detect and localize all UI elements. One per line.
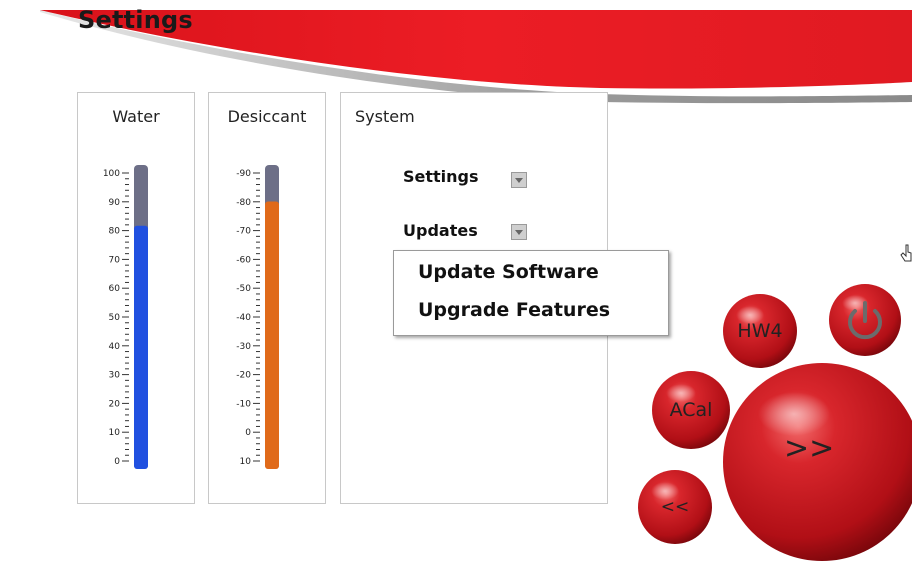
water-tick-label: 60	[109, 284, 121, 294]
desiccant-tick-label: 10	[240, 457, 252, 467]
menu-item-upgrade-features[interactable]: Upgrade Features	[418, 299, 610, 321]
water-tick-label: 10	[109, 428, 121, 438]
updates-dropdown-button[interactable]	[511, 224, 527, 240]
updates-label: Updates	[403, 221, 478, 240]
water-gauge-svg: 1009080706050403020100	[103, 165, 148, 469]
desiccant-tick-label: -90	[236, 169, 251, 179]
system-panel-title: System	[355, 107, 415, 126]
desiccant-tick-label: -70	[236, 227, 251, 237]
page-title: Settings	[78, 6, 193, 34]
back-button[interactable]: <<	[637, 469, 713, 545]
water-tick-label: 70	[109, 255, 121, 265]
water-tick-label: 90	[109, 198, 121, 208]
desiccant-panel-title: Desiccant	[227, 107, 307, 126]
forward-button[interactable]: >>	[722, 362, 912, 562]
hw4-button[interactable]: HW4	[722, 293, 798, 369]
desiccant-gauge: -90 -80 -70 -60 -50 -40 -30 -20 -10 0 10	[219, 163, 279, 473]
desiccant-tick-label: -50	[236, 284, 251, 294]
water-tick-label: 40	[109, 342, 121, 352]
updates-popup-menu: Update Software Upgrade Features	[393, 250, 669, 336]
water-tick-label: 50	[109, 313, 121, 323]
hand-cursor-icon	[900, 244, 912, 262]
desiccant-gauge-fill	[265, 201, 279, 470]
desiccant-gauge-svg: -90 -80 -70 -60 -50 -40 -30 -20 -10 0 10	[236, 165, 279, 470]
desiccant-tick-label: -20	[236, 371, 251, 381]
water-tick-label: 100	[103, 169, 120, 179]
water-tick-label: 80	[109, 227, 121, 237]
settings-label: Settings	[403, 167, 479, 186]
desiccant-tick-label: -40	[236, 313, 251, 323]
desiccant-panel: Desiccant -90 -80 -70 -60 -50 -40 -30 -20 -10 0 10	[208, 92, 326, 504]
power-button[interactable]	[828, 283, 902, 357]
menu-item-update-software[interactable]: Update Software	[418, 261, 599, 283]
acal-button[interactable]: ACal	[651, 370, 731, 450]
desiccant-tick-label: -60	[236, 255, 251, 265]
water-tick-label: 20	[109, 399, 121, 409]
water-gauge: 100 90 80 70 60 50 40 30 20 10 0	[88, 163, 148, 473]
desiccant-tick-label: -80	[236, 198, 251, 208]
water-tick-label: 0	[114, 457, 120, 467]
desiccant-tick-label: -30	[236, 342, 251, 352]
water-tick-label: 30	[109, 371, 121, 381]
settings-dropdown-button[interactable]	[511, 172, 527, 188]
desiccant-tick-label: 0	[245, 428, 251, 438]
water-panel: Water 100 90 80 70 60 50 40 30 20 10 0	[77, 92, 195, 504]
water-panel-title: Water	[112, 107, 160, 126]
water-gauge-fill	[134, 225, 148, 469]
desiccant-tick-label: -10	[236, 399, 251, 409]
